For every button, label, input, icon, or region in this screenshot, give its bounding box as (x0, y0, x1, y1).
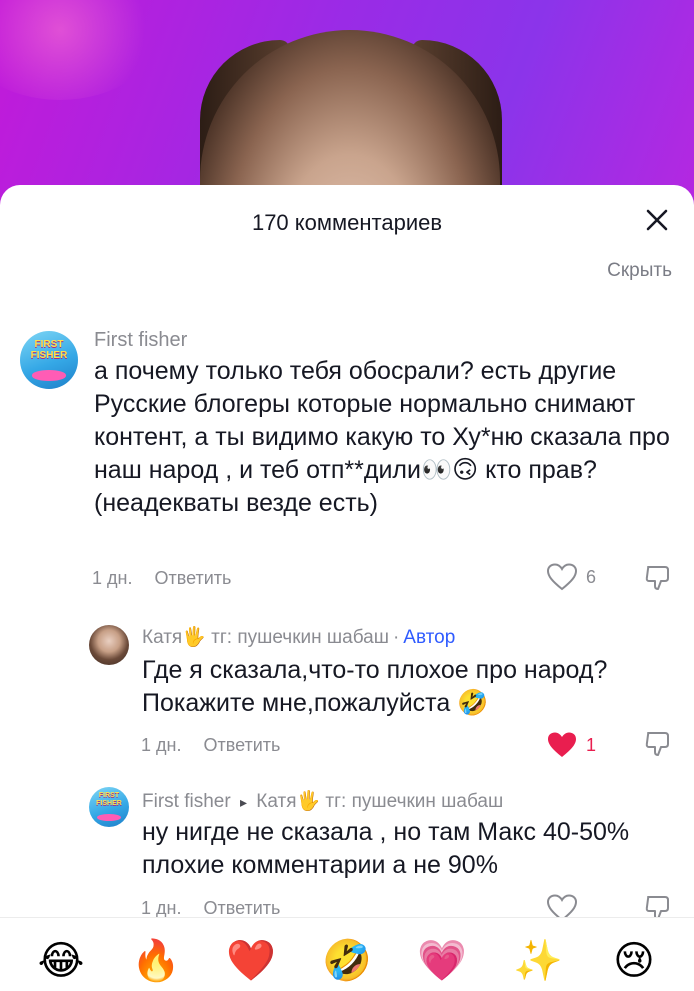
reply-arrow-icon: ▸ (239, 794, 247, 810)
comment-author[interactable]: Катя🖐 тг: пушечкин шабаш (142, 627, 389, 648)
comment-meta: 1 дн. Ответить (141, 735, 280, 756)
emoji-rolling-laughing[interactable]: 🤣 (322, 936, 372, 986)
avatar-decoration (97, 814, 121, 822)
comments-sheet: 170 комментариев Скрыть FIRST FISHER Firs… (0, 185, 694, 991)
hide-button[interactable]: Скрыть (607, 260, 672, 282)
emoji-red-heart[interactable]: ❤️ (226, 936, 276, 986)
emoji-sparkles[interactable]: ✨ (513, 936, 563, 986)
avatar[interactable] (89, 625, 129, 665)
like-button[interactable]: 6 (546, 563, 596, 591)
comment-time: 1 дн. (141, 735, 182, 755)
comment-time: 1 дн. (92, 568, 133, 588)
emoji-laughing-tears[interactable]: 😂 (36, 936, 86, 986)
emoji-crying[interactable]: 😢 (609, 936, 659, 986)
emoji-growing-heart[interactable]: 💗 (417, 936, 467, 986)
heart-outline-icon (546, 563, 578, 591)
comments-count-title: 170 комментариев (251, 210, 443, 235)
heart-filled-icon (548, 732, 576, 757)
avatar[interactable]: FIRST FISHER (89, 787, 129, 827)
comment-meta: 1 дн. Ответить (92, 568, 231, 589)
video-light-glow (0, 0, 160, 100)
comment-text: а почему только тебя обосрали? есть друг… (94, 357, 670, 517)
avatar-logo-text: FIRST FISHER (30, 339, 68, 361)
comment-text: ну нигде не сказала , но там Макс 40-50%… (142, 818, 630, 879)
dislike-icon[interactable] (643, 729, 673, 759)
comment-author-line: First fisher ▸ Катя🖐 тг: пушечкин шабаш (142, 789, 503, 813)
like-count: 6 (586, 566, 597, 587)
avatar-decoration (31, 370, 67, 381)
reply-button[interactable]: Ответить (203, 735, 280, 755)
dislike-icon[interactable] (643, 563, 673, 593)
like-button[interactable]: 1 (546, 731, 596, 759)
reply-button[interactable]: Ответить (154, 568, 231, 588)
author-badge: Автор (403, 627, 456, 648)
avatar[interactable]: FIRST FISHER (20, 331, 78, 389)
comment-text: Где я сказала,что-то плохое про народ? П… (142, 656, 608, 717)
avatar-logo-text: FIRST FISHER (96, 792, 122, 807)
like-count: 1 (586, 734, 597, 755)
emoji-fire[interactable]: 🔥 (131, 936, 181, 986)
author-separator: · (392, 627, 400, 648)
comment-meta: 1 дн. Ответить (141, 898, 280, 919)
comment-author-line: Катя🖐 тг: пушечкин шабаш · Автор (142, 625, 455, 649)
close-icon[interactable] (644, 207, 670, 233)
comment-author[interactable]: First fisher (94, 329, 187, 352)
comment-author[interactable]: First fisher (142, 791, 231, 812)
quick-emoji-bar: 😂 🔥 ❤️ 🤣 💗 ✨ 😢 (0, 917, 694, 991)
comment-time: 1 дн. (141, 898, 182, 918)
reply-to-author[interactable]: Катя🖐 тг: пушечкин шабаш (256, 791, 503, 812)
reply-button[interactable]: Ответить (203, 898, 280, 918)
